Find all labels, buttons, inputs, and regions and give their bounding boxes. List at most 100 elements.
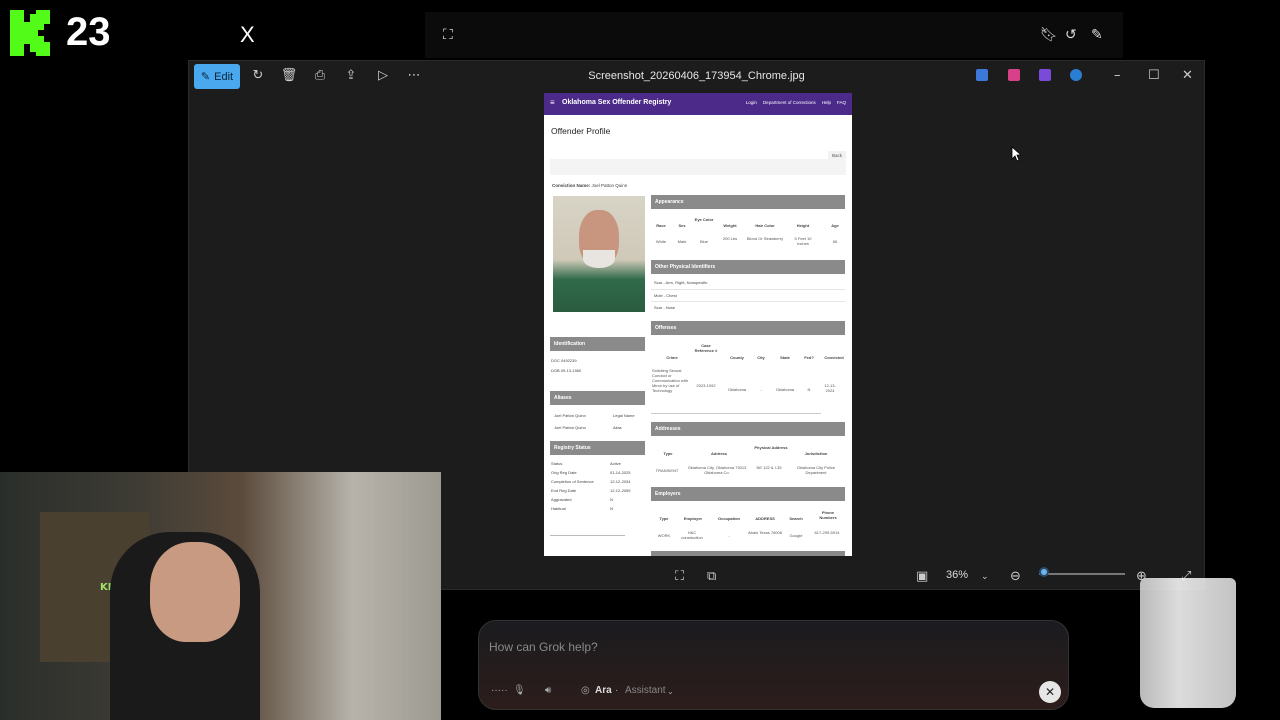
nav-help: Help — [821, 100, 831, 105]
app-shortcut-icon[interactable] — [1039, 69, 1051, 81]
employer-col: Occupation — [717, 516, 740, 521]
registry-val: Active — [610, 461, 621, 466]
employer-val: H&C construction — [681, 530, 703, 540]
address-val: Oklahoma City Police Department — [796, 465, 836, 475]
employer-col: Employer — [683, 516, 703, 521]
waveform-icon: ····· — [491, 685, 508, 696]
chevron-down-icon[interactable]: ⌄ — [667, 687, 674, 696]
appearance-val: 200 Lbs — [722, 236, 738, 241]
conviction-value: Joel Patton Quinn — [591, 183, 628, 188]
physical-item: Scar - Arm, Right, Nonspecific — [654, 280, 708, 285]
address-col: Jurisdiction — [804, 451, 828, 456]
chevron-down-icon[interactable]: ⌄ — [981, 572, 989, 582]
registry-header: ≡ Oklahoma Sex Offender Registry Login D… — [544, 93, 852, 115]
employer-col: Search — [789, 516, 803, 521]
grok-input[interactable] — [489, 637, 1049, 657]
bookmark-icon[interactable]: 🔖︎ — [1040, 27, 1058, 43]
alias-name: Joel Patton Quinn — [554, 413, 586, 418]
file-title: Screenshot_20260406_173954_Chrome.jpg — [588, 70, 805, 82]
app-shortcut-icon[interactable] — [1008, 69, 1020, 81]
zoom-out-icon[interactable]: ⊖ — [1010, 569, 1021, 584]
employer-val: WORK — [657, 533, 671, 538]
nav-doc: Department of Corrections — [762, 100, 816, 105]
appearance-col: Age — [831, 223, 839, 228]
address-col: Type — [663, 451, 673, 456]
appearance-val: White — [655, 239, 667, 244]
separator-dot: · — [615, 685, 619, 696]
employer-val: 817-299-5914 — [814, 530, 840, 535]
offender-photo — [553, 196, 645, 312]
appearance-col: Height — [796, 223, 810, 228]
aliases-header: Aliases — [550, 391, 645, 405]
conviction-label: Conviction Name: — [552, 183, 591, 188]
registry-val: 12-12-2034 — [610, 479, 631, 484]
address-val: TRANSIENT — [655, 468, 679, 473]
close-icon[interactable]: ✕ — [1039, 681, 1061, 703]
physical-header: Other Physical Identifiers — [651, 260, 845, 274]
history-icon[interactable]: ↺ — [1065, 27, 1077, 43]
offense-col: County — [730, 355, 744, 360]
voice-icon: ◎ — [581, 685, 590, 696]
appearance-col: Race — [656, 223, 666, 228]
offense-val: Oklahoma — [727, 387, 747, 392]
offense-col: State — [780, 355, 790, 360]
conviction-name: Conviction Name: Joel Patton Quinn — [552, 183, 627, 188]
webcam-feed: KICK — [0, 472, 441, 720]
offense-val: Oklahoma — [775, 387, 795, 392]
registry-key: Completion of Sentence — [551, 479, 594, 484]
actual-size-icon[interactable]: ▣ — [916, 569, 928, 584]
employer-col: ADDRESS — [755, 516, 775, 521]
displayed-image: ≡ Oklahoma Sex Offender Registry Login D… — [544, 93, 852, 556]
x-logo[interactable]: X — [240, 22, 255, 48]
registry-key: Habitual — [551, 506, 566, 511]
search-band — [550, 159, 846, 175]
appearance-col: Hair Color — [755, 223, 775, 228]
alias-type: Alias — [613, 425, 622, 430]
offenses-header: Offenses — [651, 321, 845, 335]
registry-key: Orig Reg Date — [551, 470, 577, 475]
mode-label[interactable]: Assistant — [625, 685, 666, 696]
new-chat-icon[interactable]: ✎ — [1091, 27, 1103, 43]
offense-val: N — [807, 387, 811, 392]
offense-val: 2023-1092 — [696, 383, 716, 388]
app-shortcut-icon[interactable] — [976, 69, 988, 81]
physical-item: Scar - Nose — [654, 305, 676, 310]
speaker-icon[interactable]: 🔊︎ — [545, 685, 551, 696]
appearance-val: 65 — [832, 239, 838, 244]
viewer-count: 23 — [66, 10, 111, 54]
table-scrollbar — [651, 413, 821, 414]
fit-icon[interactable]: ⛶ — [675, 569, 684, 584]
address-col: Physical Address — [754, 445, 788, 450]
crop-icon[interactable]: ⧉ — [707, 569, 716, 584]
offense-val: Soliciting Sexual Conduct or Communicati… — [652, 368, 689, 393]
employer-val: Abalo Texas 76008 — [748, 530, 782, 535]
glass-object — [1140, 578, 1236, 708]
appearance-val: Blond Or Strawberry — [746, 236, 784, 241]
webcam-head — [150, 542, 240, 642]
fullscreen-icon[interactable]: ⛶ — [443, 27, 453, 43]
employer-col: Phone Numbers — [819, 510, 837, 520]
photo-beard — [583, 250, 615, 268]
zoom-level[interactable]: 36% — [946, 569, 968, 581]
zoom-slider-thumb[interactable] — [1039, 567, 1049, 577]
mouse-cursor-icon — [1011, 146, 1021, 162]
close-icon[interactable]: ✕ — [1182, 68, 1193, 83]
offense-val: 12-13-2024 — [824, 383, 836, 393]
addresses-header: Addresses — [651, 422, 845, 436]
mic-off-icon[interactable]: 🎙︎ — [513, 685, 526, 696]
row-divider — [651, 301, 845, 302]
registry-val: 12-12-2059 — [610, 488, 631, 493]
onedrive-icon[interactable] — [1070, 69, 1082, 81]
maximize-icon[interactable]: ☐ — [1148, 68, 1160, 83]
registry-nav: Login Department of Corrections Help FAQ — [746, 100, 846, 105]
alias-type: Legal Name — [613, 413, 635, 418]
appearance-header: Appearance — [651, 195, 845, 209]
minimize-icon[interactable]: – — [1114, 68, 1121, 83]
appearance-col: Sex — [678, 223, 686, 228]
registry-key: End Reg Date — [551, 488, 577, 493]
address-val: Oklahoma City, Oklahoma 73013 Oklahoma C… — [687, 465, 747, 475]
registry-key: Aggravated — [551, 497, 572, 502]
zoom-slider[interactable] — [1039, 573, 1125, 575]
voice-name[interactable]: Ara — [595, 685, 612, 696]
scrollbar-line — [550, 535, 625, 536]
